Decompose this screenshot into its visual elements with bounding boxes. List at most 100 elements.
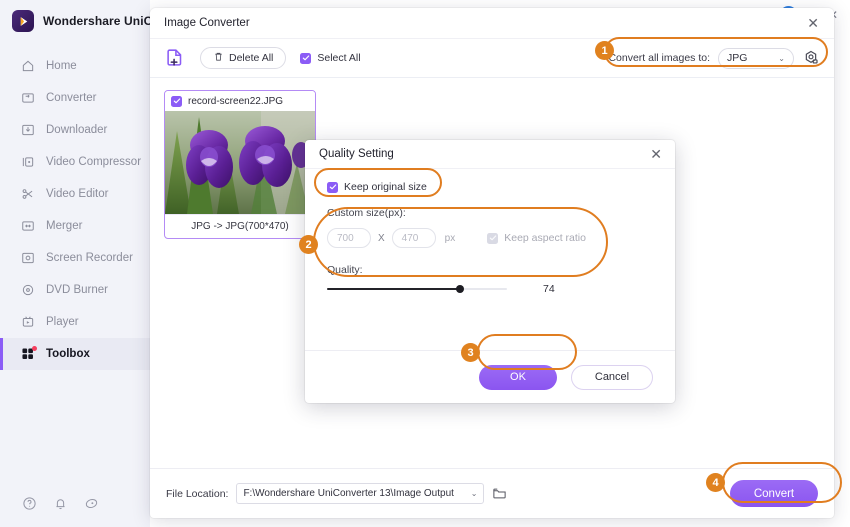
toolbox-icon bbox=[20, 345, 37, 362]
quality-label: Quality: bbox=[327, 264, 363, 276]
quality-dialog-footer: OK Cancel bbox=[305, 350, 675, 403]
ok-button[interactable]: OK bbox=[479, 364, 557, 390]
sidebar-item-video-editor[interactable]: Video Editor bbox=[0, 178, 150, 210]
select-all-checkbox[interactable]: Select All bbox=[300, 52, 361, 64]
file-name: record-screen22.JPG bbox=[188, 95, 284, 107]
file-location-value: F:\Wondershare UniConverter 13\Image Out… bbox=[243, 488, 454, 499]
chevron-down-icon: ⌄ bbox=[470, 489, 478, 498]
file-thumbnail bbox=[165, 111, 315, 214]
sidebar-item-converter[interactable]: Converter bbox=[0, 82, 150, 114]
sidebar-item-downloader[interactable]: Downloader bbox=[0, 114, 150, 146]
sidebar: Wondershare UniConverter Home Converter … bbox=[0, 0, 201, 527]
slider-fill bbox=[327, 288, 461, 290]
keep-aspect-ratio-label: Keep aspect ratio bbox=[504, 232, 586, 244]
sidebar-item-label: Toolbox bbox=[46, 348, 90, 360]
sidebar-item-player[interactable]: Player bbox=[0, 306, 150, 338]
sidebar-item-label: DVD Burner bbox=[46, 284, 108, 296]
unit-label: px bbox=[444, 232, 456, 244]
custom-size-section: Custom size(px): 700 X 470 px Keep aspec… bbox=[327, 207, 653, 248]
annotation-badge-3: 3 bbox=[461, 343, 480, 362]
height-input[interactable]: 470 bbox=[391, 228, 436, 248]
trash-icon bbox=[213, 51, 224, 65]
checkbox-checked-icon bbox=[300, 52, 312, 64]
checkbox-checked-disabled-icon bbox=[487, 232, 499, 244]
format-select[interactable]: JPG ⌄ bbox=[718, 47, 794, 69]
checkbox-checked-icon bbox=[327, 181, 338, 193]
close-icon[interactable]: ✕ bbox=[804, 14, 822, 32]
brand: Wondershare UniConverter bbox=[0, 0, 201, 44]
converter-title: Image Converter bbox=[164, 17, 250, 29]
purple-iris-flowers-image bbox=[165, 111, 315, 214]
chevron-down-icon: ⌄ bbox=[778, 53, 785, 63]
file-location-select[interactable]: F:\Wondershare UniConverter 13\Image Out… bbox=[236, 483, 485, 504]
keep-original-size-label: Keep original size bbox=[344, 181, 427, 193]
quality-dialog-title: Quality Setting bbox=[319, 148, 394, 160]
scissors-icon bbox=[20, 187, 35, 202]
sidebar-item-home[interactable]: Home bbox=[0, 50, 150, 82]
home-icon bbox=[20, 59, 35, 74]
feedback-icon[interactable] bbox=[84, 496, 99, 511]
folder-icon[interactable] bbox=[492, 486, 507, 501]
file-checkbox[interactable] bbox=[171, 95, 182, 107]
annotation-badge-1: 1 bbox=[595, 41, 614, 60]
converter-bottom-bar: File Location: F:\Wondershare UniConvert… bbox=[150, 468, 834, 518]
sidebar-item-toolbox[interactable]: Toolbox bbox=[0, 338, 150, 370]
convert-all-label: Convert all images to: bbox=[608, 52, 710, 64]
sidebar-item-label: Converter bbox=[46, 92, 97, 104]
keep-original-size-checkbox[interactable]: Keep original size bbox=[327, 181, 653, 193]
select-all-label: Select All bbox=[317, 52, 361, 64]
sidebar-footer bbox=[0, 496, 150, 527]
cancel-button[interactable]: Cancel bbox=[571, 364, 653, 390]
sidebar-item-label: Video Compressor bbox=[46, 156, 142, 168]
custom-size-row: 700 X 470 px Keep aspect ratio bbox=[327, 228, 653, 248]
merger-icon bbox=[20, 219, 35, 234]
sidebar-item-label: Player bbox=[46, 316, 79, 328]
format-settings-icon[interactable] bbox=[802, 49, 820, 67]
compressor-icon bbox=[20, 155, 35, 170]
notification-dot bbox=[32, 345, 37, 351]
slider-handle[interactable] bbox=[456, 285, 465, 293]
annotation-badge-4: 4 bbox=[706, 473, 725, 492]
converter-titlebar: Image Converter ✕ bbox=[150, 8, 834, 39]
format-value: JPG bbox=[727, 52, 748, 64]
help-icon[interactable] bbox=[22, 496, 37, 511]
close-icon[interactable]: ✕ bbox=[647, 145, 665, 163]
sidebar-item-label: Screen Recorder bbox=[46, 252, 133, 264]
quality-dialog-body: Keep original size Custom size(px): 700 … bbox=[305, 169, 675, 350]
custom-size-label: Custom size(px): bbox=[327, 207, 406, 219]
sidebar-item-dvd-burner[interactable]: DVD Burner bbox=[0, 274, 150, 306]
file-location-label: File Location: bbox=[166, 487, 229, 500]
player-icon bbox=[20, 315, 35, 330]
sidebar-item-label: Downloader bbox=[46, 124, 108, 136]
format-dropdown-area: Convert all images to: JPG ⌄ bbox=[608, 47, 820, 69]
keep-aspect-ratio-checkbox[interactable]: Keep aspect ratio bbox=[487, 232, 586, 244]
annotation-badge-2: 2 bbox=[299, 235, 318, 254]
quality-setting-dialog: Quality Setting ✕ Keep original size Cus… bbox=[305, 140, 675, 403]
download-icon bbox=[20, 123, 35, 138]
convert-button[interactable]: Convert bbox=[730, 480, 818, 507]
sidebar-item-label: Video Editor bbox=[46, 188, 109, 200]
add-file-icon[interactable] bbox=[164, 47, 186, 69]
quality-dialog-titlebar: Quality Setting ✕ bbox=[305, 140, 675, 169]
file-card-header: record-screen22.JPG bbox=[165, 91, 315, 111]
width-input[interactable]: 700 bbox=[327, 228, 371, 248]
slider-track[interactable] bbox=[327, 285, 507, 293]
sidebar-item-label: Merger bbox=[46, 220, 83, 232]
size-separator: X bbox=[378, 232, 385, 244]
quality-value: 74 bbox=[543, 283, 555, 295]
sidebar-nav: Home Converter Downloader Video Compress… bbox=[0, 50, 150, 370]
disc-icon bbox=[20, 283, 35, 298]
delete-all-label: Delete All bbox=[229, 52, 274, 64]
file-conversion-label: JPG -> JPG(700*470) bbox=[165, 214, 315, 238]
record-icon bbox=[20, 251, 35, 266]
quality-slider[interactable]: 74 bbox=[327, 283, 653, 295]
file-card[interactable]: record-screen22.JPG JPG -> JPG(700*470) bbox=[164, 90, 316, 239]
sidebar-item-video-compressor[interactable]: Video Compressor bbox=[0, 146, 150, 178]
delete-all-button[interactable]: Delete All bbox=[200, 47, 287, 69]
bell-icon[interactable] bbox=[53, 496, 68, 511]
sidebar-item-merger[interactable]: Merger bbox=[0, 210, 150, 242]
sidebar-item-label: Home bbox=[46, 60, 77, 72]
sidebar-item-screen-recorder[interactable]: Screen Recorder bbox=[0, 242, 150, 274]
play-logo-icon bbox=[12, 10, 34, 32]
converter-toolbar: Delete All Select All Convert all images… bbox=[150, 39, 834, 78]
